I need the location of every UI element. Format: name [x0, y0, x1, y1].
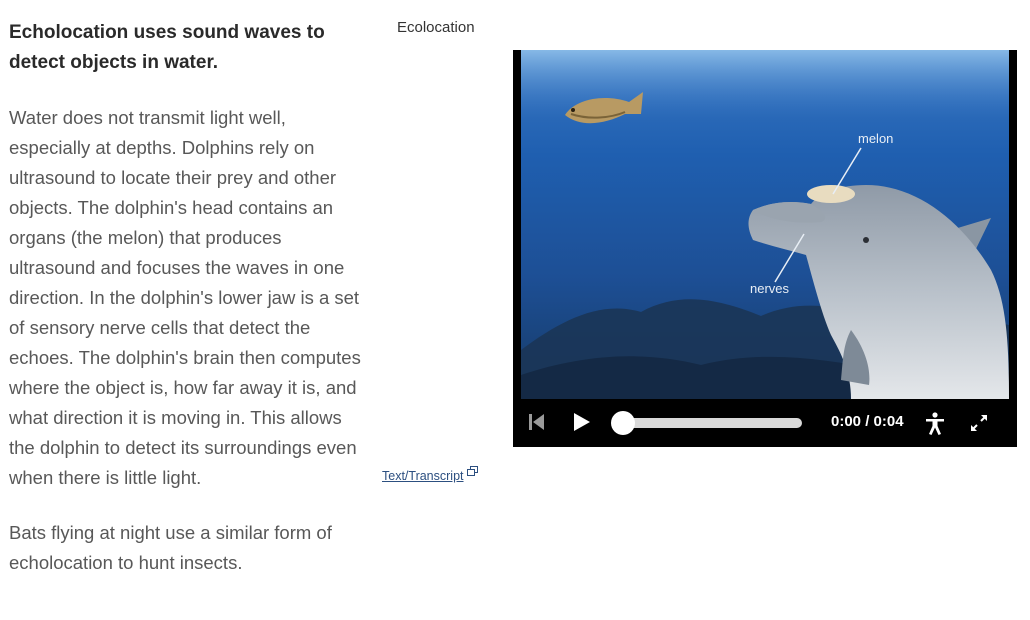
dolphin-illustration: melon nerves	[521, 50, 1009, 399]
media-title: Ecolocation	[397, 19, 475, 36]
time-display: 0:00 / 0:04	[831, 413, 904, 430]
skip-back-icon[interactable]	[529, 413, 545, 431]
transcript-link-label[interactable]: Text/Transcript	[382, 469, 464, 483]
accessibility-icon[interactable]	[925, 412, 945, 436]
nerves-label: nerves	[750, 281, 790, 296]
player-controls: 0:00 / 0:04	[513, 399, 1017, 447]
article-paragraph: Bats flying at night use a similar form …	[9, 522, 332, 573]
play-icon[interactable]	[571, 412, 591, 432]
article-paragraph: Water does not transmit light well, espe…	[9, 107, 361, 488]
transcript-link[interactable]: Text/Transcript	[382, 466, 478, 483]
article-heading: Echolocation uses sound waves to detect …	[9, 22, 325, 73]
video-player[interactable]: melon nerves 0:00 / 0:04	[513, 50, 1017, 447]
progress-track[interactable]	[623, 418, 802, 428]
progress-thumb[interactable]	[611, 411, 635, 435]
video-frame[interactable]: melon nerves	[521, 50, 1009, 399]
external-window-icon	[466, 465, 478, 479]
article: Echolocation uses sound waves to detect …	[9, 18, 369, 578]
fullscreen-icon[interactable]	[969, 413, 989, 433]
melon-label: melon	[858, 131, 893, 146]
